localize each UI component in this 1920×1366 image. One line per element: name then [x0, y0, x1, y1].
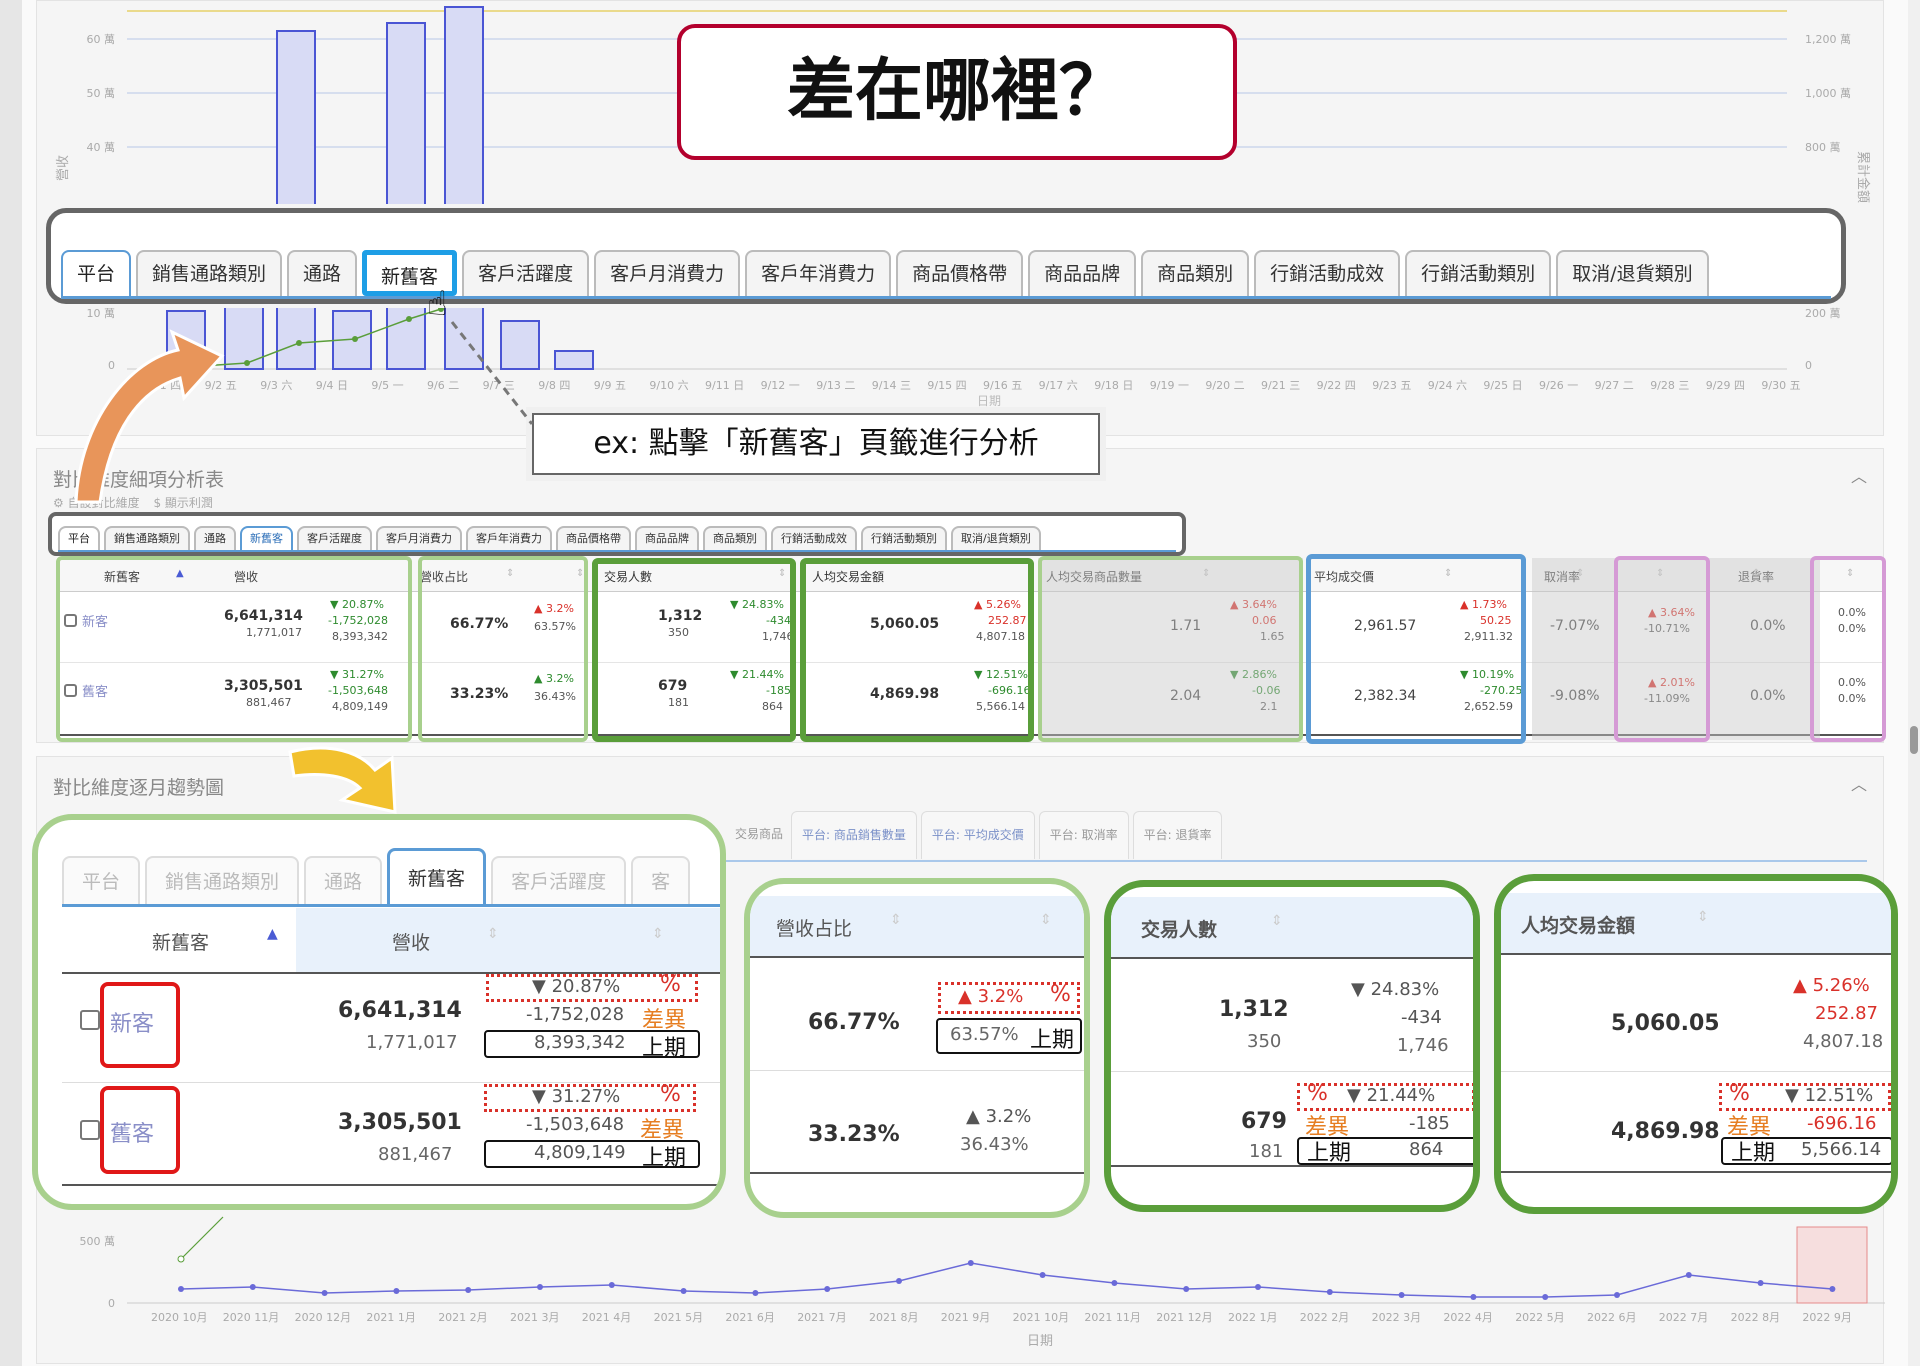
zoom-rev-sub-new: 1,771,017: [366, 1032, 458, 1053]
zoom-tab[interactable]: 通路: [304, 856, 383, 906]
pct-mark: %: [1050, 982, 1071, 1007]
pct-mark: %: [1729, 1081, 1750, 1106]
row-name-old[interactable]: 舊客: [110, 1116, 154, 1148]
zoom-col-arpu: 人均交易金額: [1521, 915, 1636, 937]
zoom-col-users: 交易人數: [1141, 919, 1218, 941]
zoom-arpu-panel: 人均交易金額 ⇕ 5,060.05 ▲ 5.26% 252.87 4,807.1…: [1494, 874, 1898, 1214]
zoom-users-prev-old: 864: [1409, 1139, 1444, 1160]
zoom-users-panel: 交易人數 ⇕ 1,312 350 ▼ 24.83% -434 1,746 679…: [1104, 880, 1480, 1212]
zoom-rev-diff-new: -1,752,028: [526, 1004, 625, 1025]
prev-mark: 上期: [1307, 1141, 1352, 1166]
sort-icon[interactable]: ⇕: [1271, 913, 1283, 929]
zoom-rev-prev-old: 4,809,149: [534, 1142, 626, 1163]
zoom-header: 人均交易金額 ⇕: [1501, 893, 1891, 955]
zoom-tab[interactable]: 平台: [62, 856, 141, 906]
sort-icon[interactable]: ⇕: [652, 926, 664, 942]
zoom-arpu-prev-new: 4,807.18: [1803, 1031, 1884, 1052]
row-checkbox[interactable]: [80, 1120, 100, 1140]
zoom-arpu-new: 5,060.05: [1611, 1011, 1720, 1036]
sort-icon[interactable]: ⇕: [1697, 909, 1709, 925]
zoom-users-old: 679: [1241, 1109, 1287, 1134]
zoom-rev-sub-old: 881,467: [378, 1144, 453, 1165]
zoom-share-panel: 營收占比 ⇕ ⇕ 66.77% ▲ 3.2% % 63.57% 上期 33.23…: [744, 878, 1090, 1218]
zoom-users-sub-new: 350: [1247, 1031, 1282, 1052]
zoom-tab[interactable]: 新舊客: [387, 848, 487, 906]
zoom-revenue-panel: 平台銷售通路類別通路新舊客客戶活躍度客 新舊客 ▲ 營收 ⇕ ⇕ 營 新客 6,…: [32, 814, 726, 1210]
zoom-share-prev-old: 36.43%: [960, 1134, 1029, 1155]
zoom-tab-strip: 平台 銷售通路類別 通路 新舊客 客戶活躍度客: [62, 844, 695, 906]
zoom-table-bottom: [1111, 1165, 1473, 1167]
zoom-rev-old: 3,305,501: [338, 1110, 462, 1135]
zoom-table-bottom: [62, 1184, 720, 1186]
prev-mark: 上期: [1030, 1028, 1075, 1053]
sort-icon[interactable]: ⇕: [487, 926, 499, 942]
zoom-tab[interactable]: 客: [631, 856, 691, 906]
zoom-arpu-pct-new: ▲ 5.26%: [1793, 975, 1870, 996]
zoom-tab-underline: [62, 904, 720, 907]
dashed-connector: [450, 321, 534, 425]
scrollbar-thumb[interactable]: [1910, 726, 1918, 754]
orange-arrow: [74, 329, 225, 504]
zoom-col-share: 營收占比: [776, 918, 853, 940]
zoom-arpu-diff-old: -696.16: [1807, 1113, 1877, 1134]
sort-icon[interactable]: ⇕: [1040, 912, 1052, 928]
zoom-share-pct-new: ▲ 3.2%: [958, 986, 1024, 1007]
sort-icon[interactable]: ⇕: [890, 912, 902, 928]
zoom-rev-pct-old: ▼ 31.27%: [532, 1086, 621, 1107]
zoom-row-divider: [750, 1070, 1084, 1071]
row-checkbox[interactable]: [80, 1010, 100, 1030]
zoom-col-new-old: 新舊客: [152, 932, 210, 954]
pct-mark: %: [660, 1082, 681, 1107]
zoom-rev-prev-new: 8,393,342: [534, 1032, 626, 1053]
zoom-users-pct-old: ▼ 21.44%: [1347, 1085, 1436, 1106]
zoom-users-prev-new: 1,746: [1397, 1035, 1449, 1056]
row-name-new[interactable]: 新客: [110, 1006, 154, 1038]
zoom-table-bottom: [1501, 1171, 1891, 1173]
zoom-col-rev: 營收: [392, 932, 431, 954]
zoom-row-divider: [62, 1082, 720, 1083]
zoom-users-diff-new: -434: [1401, 1007, 1442, 1028]
prev-mark: 上期: [642, 1036, 687, 1061]
zoom-users-diff-old: -185: [1409, 1113, 1450, 1134]
zoom-header: 新舊客 ▲ 營收 ⇕ ⇕ 營: [62, 908, 720, 974]
yellow-arrow: [288, 746, 397, 814]
zoom-share-new: 66.77%: [808, 1010, 900, 1035]
zoom-share-pct-old: ▲ 3.2%: [966, 1106, 1032, 1127]
zoom-header: 交易人數 ⇕: [1111, 897, 1473, 959]
zoom-table-bottom: [750, 1172, 1084, 1174]
zoom-users-pct-new: ▼ 24.83%: [1351, 979, 1440, 1000]
zoom-share-old: 33.23%: [808, 1122, 900, 1147]
zoom-share-prev-new: 63.57%: [950, 1024, 1019, 1045]
zoom-row-divider: [1501, 1071, 1891, 1072]
scrollbar-track[interactable]: [1908, 0, 1920, 1366]
prev-mark: 上期: [642, 1146, 687, 1171]
prev-mark: 上期: [1731, 1141, 1776, 1166]
zoom-rev-pct-new: ▼ 20.87%: [532, 976, 621, 997]
zoom-users-new: 1,312: [1219, 997, 1289, 1022]
zoom-tab[interactable]: 客戶活躍度: [491, 856, 627, 906]
sort-asc-icon[interactable]: ▲: [267, 926, 278, 942]
annotated-dashboard: { "top_chart": { "y_left_ticks": ["60 萬"…: [0, 0, 1920, 1366]
pct-mark: %: [660, 972, 681, 997]
zoom-arpu-pct-old: ▼ 12.51%: [1785, 1085, 1874, 1106]
zoom-arpu-diff-new: 252.87: [1815, 1003, 1878, 1024]
zoom-rev-diff-old: -1,503,648: [526, 1114, 625, 1135]
zoom-row-divider: [1111, 1071, 1473, 1072]
zoom-arpu-old: 4,869.98: [1611, 1119, 1720, 1144]
zoom-rev-new: 6,641,314: [338, 998, 462, 1023]
zoom-tab[interactable]: 銷售通路類別: [145, 856, 300, 906]
zoom-users-sub-old: 181: [1249, 1141, 1284, 1162]
pct-mark: %: [1307, 1081, 1328, 1106]
zoom-header: 營收占比 ⇕ ⇕: [750, 896, 1084, 958]
zoom-arpu-prev-old: 5,566.14: [1801, 1139, 1882, 1160]
